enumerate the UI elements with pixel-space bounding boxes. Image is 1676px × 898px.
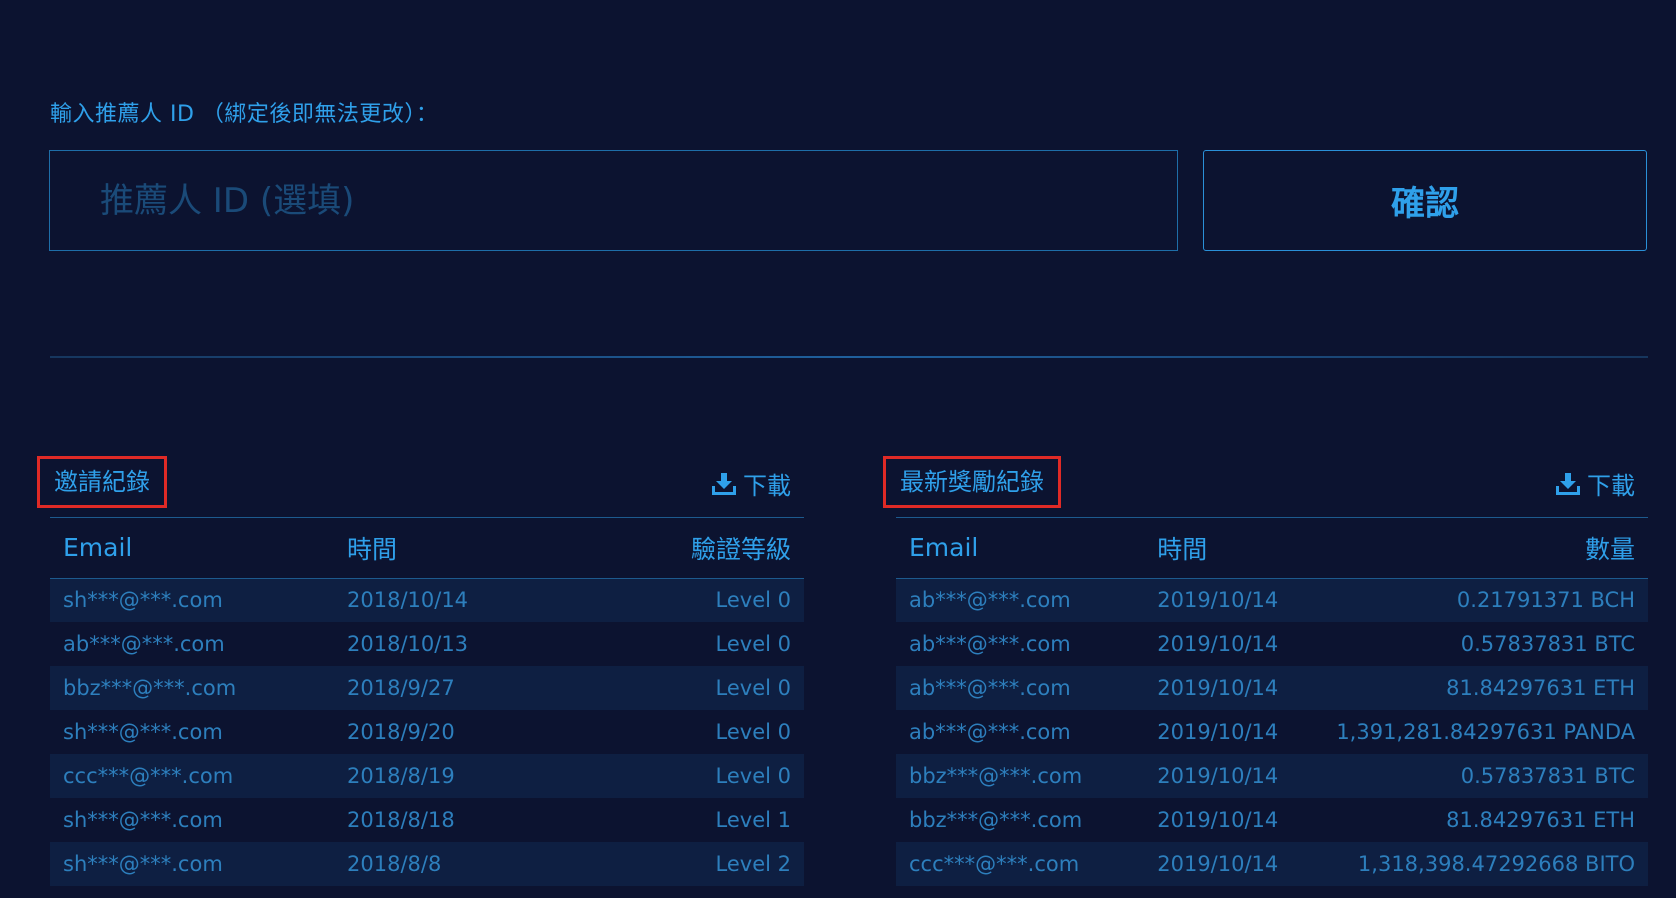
invite-records-panel: 邀請紀錄 下載 Email 時間 驗證等級 sh***@***.com 2018… bbox=[37, 456, 804, 886]
row-email: ab***@***.com bbox=[50, 622, 334, 666]
table-row: ccc***@***.com 2019/10/14 1,318,398.4729… bbox=[896, 842, 1648, 886]
referrer-id-input[interactable] bbox=[49, 150, 1178, 251]
referrer-label: 輸入推薦人 ID （綁定後即無法更改）： bbox=[50, 102, 439, 127]
table-row: ccc***@***.com 2018/8/19 Level 0 bbox=[50, 754, 804, 798]
table-header-row: Email 時間 數量 bbox=[896, 518, 1648, 579]
table-row: sh***@***.com 2018/10/14 Level 0 bbox=[50, 578, 804, 622]
reward-records-header: 最新獎勵紀錄 下載 bbox=[883, 456, 1648, 518]
table-row: ab***@***.com 2019/10/14 81.84297631 ETH bbox=[896, 666, 1648, 710]
table-row: ab***@***.com 2019/10/14 1,391,281.84297… bbox=[896, 710, 1648, 754]
row-email: ccc***@***.com bbox=[896, 842, 1145, 886]
row-level: Level 0 bbox=[594, 578, 804, 622]
row-level: Level 1 bbox=[594, 798, 804, 842]
row-amount: 0.21791371 BCH bbox=[1323, 578, 1648, 622]
row-level: Level 0 bbox=[594, 754, 804, 798]
row-amount: 1,318,398.47292668 BITO bbox=[1323, 842, 1648, 886]
table-row: ab***@***.com 2019/10/14 0.57837831 BTC bbox=[896, 622, 1648, 666]
table-row: bbz***@***.com 2019/10/14 81.84297631 ET… bbox=[896, 798, 1648, 842]
row-email: ab***@***.com bbox=[896, 622, 1145, 666]
column-header-verification-level: 驗證等級 bbox=[594, 518, 804, 579]
row-amount: 0.57837831 BTC bbox=[1323, 622, 1648, 666]
row-email: bbz***@***.com bbox=[896, 754, 1145, 798]
invite-records-download-link[interactable]: 下載 bbox=[711, 466, 791, 501]
invite-records-table: Email 時間 驗證等級 sh***@***.com 2018/10/14 L… bbox=[50, 518, 804, 886]
row-email: ccc***@***.com bbox=[50, 754, 334, 798]
row-email: ab***@***.com bbox=[896, 666, 1145, 710]
row-level: Level 0 bbox=[594, 710, 804, 754]
table-header-row: Email 時間 驗證等級 bbox=[50, 518, 804, 579]
table-row: bbz***@***.com 2019/10/14 0.57837831 BTC bbox=[896, 754, 1648, 798]
row-time: 2018/8/8 bbox=[334, 842, 594, 886]
row-time: 2018/10/13 bbox=[334, 622, 594, 666]
reward-records-table: Email 時間 數量 ab***@***.com 2019/10/14 0.2… bbox=[896, 518, 1648, 886]
row-time: 2019/10/14 bbox=[1144, 710, 1324, 754]
row-time: 2018/8/18 bbox=[334, 798, 594, 842]
row-email: bbz***@***.com bbox=[50, 666, 334, 710]
column-header-time: 時間 bbox=[334, 518, 594, 579]
section-divider bbox=[50, 356, 1648, 358]
download-icon bbox=[712, 472, 736, 495]
row-time: 2018/9/20 bbox=[334, 710, 594, 754]
reward-records-panel: 最新獎勵紀錄 下載 Email 時間 數量 ab***@***.com 2019… bbox=[883, 456, 1648, 886]
row-level: Level 0 bbox=[594, 622, 804, 666]
download-icon bbox=[1556, 472, 1580, 495]
row-email: sh***@***.com bbox=[50, 710, 334, 754]
row-time: 2019/10/14 bbox=[1144, 622, 1324, 666]
row-email: ab***@***.com bbox=[896, 578, 1145, 622]
row-email: ab***@***.com bbox=[896, 710, 1145, 754]
row-email: sh***@***.com bbox=[50, 798, 334, 842]
row-time: 2018/8/19 bbox=[334, 754, 594, 798]
invite-records-header: 邀請紀錄 下載 bbox=[37, 456, 804, 518]
column-header-amount: 數量 bbox=[1323, 518, 1648, 579]
row-amount: 1,391,281.84297631 PANDA bbox=[1323, 710, 1648, 754]
table-row: ab***@***.com 2019/10/14 0.21791371 BCH bbox=[896, 578, 1648, 622]
column-header-email: Email bbox=[50, 518, 334, 579]
row-amount: 81.84297631 ETH bbox=[1323, 666, 1648, 710]
reward-records-title: 最新獎勵紀錄 bbox=[883, 456, 1061, 508]
row-time: 2019/10/14 bbox=[1144, 798, 1324, 842]
row-time: 2018/10/14 bbox=[334, 578, 594, 622]
confirm-button[interactable]: 確認 bbox=[1203, 150, 1647, 251]
row-time: 2019/10/14 bbox=[1144, 578, 1324, 622]
reward-records-download-link[interactable]: 下載 bbox=[1555, 466, 1635, 501]
table-row: bbz***@***.com 2018/9/27 Level 0 bbox=[50, 666, 804, 710]
referral-page: 輸入推薦人 ID （綁定後即無法更改）： 確認 邀請紀錄 下載 Email 時間… bbox=[0, 0, 1676, 898]
row-level: Level 0 bbox=[594, 666, 804, 710]
row-amount: 0.57837831 BTC bbox=[1323, 754, 1648, 798]
row-email: sh***@***.com bbox=[50, 578, 334, 622]
column-header-time: 時間 bbox=[1144, 518, 1324, 579]
download-label: 下載 bbox=[743, 472, 791, 500]
row-amount: 81.84297631 ETH bbox=[1323, 798, 1648, 842]
invite-records-title: 邀請紀錄 bbox=[37, 456, 167, 508]
column-header-email: Email bbox=[896, 518, 1145, 579]
row-time: 2019/10/14 bbox=[1144, 666, 1324, 710]
table-row: sh***@***.com 2018/9/20 Level 0 bbox=[50, 710, 804, 754]
row-level: Level 2 bbox=[594, 842, 804, 886]
row-time: 2018/9/27 bbox=[334, 666, 594, 710]
table-row: ab***@***.com 2018/10/13 Level 0 bbox=[50, 622, 804, 666]
table-row: sh***@***.com 2018/8/18 Level 1 bbox=[50, 798, 804, 842]
row-time: 2019/10/14 bbox=[1144, 842, 1324, 886]
table-row: sh***@***.com 2018/8/8 Level 2 bbox=[50, 842, 804, 886]
row-email: bbz***@***.com bbox=[896, 798, 1145, 842]
download-label: 下載 bbox=[1587, 472, 1635, 500]
row-time: 2019/10/14 bbox=[1144, 754, 1324, 798]
row-email: sh***@***.com bbox=[50, 842, 334, 886]
